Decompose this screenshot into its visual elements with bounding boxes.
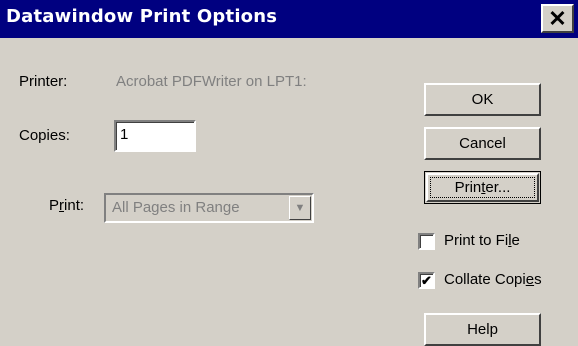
print-range-value: All Pages in Range: [112, 199, 240, 216]
collate-copies-checkbox[interactable]: ✔: [418, 272, 435, 289]
dropdown-arrow-icon[interactable]: ▼: [289, 196, 311, 220]
title-bar: Datawindow Print Options ✕: [0, 0, 578, 38]
cancel-button[interactable]: Cancel: [424, 127, 541, 160]
copies-input[interactable]: 1: [114, 120, 196, 152]
print-range-dropdown[interactable]: All Pages in Range ▼: [104, 193, 314, 223]
print-range-label: Print:: [49, 197, 85, 214]
help-button[interactable]: Help: [424, 313, 541, 346]
copies-label: Copies:: [19, 127, 70, 144]
close-icon: ✕: [548, 5, 567, 31]
print-to-file-checkbox[interactable]: [418, 233, 435, 250]
printer-name: Acrobat PDFWriter on LPT1:: [116, 73, 307, 90]
collate-copies-label: Collate Copies: [444, 271, 542, 288]
printer-button[interactable]: Printer...: [424, 171, 541, 204]
checkmark-icon: ✔: [421, 273, 432, 288]
ok-button[interactable]: OK: [424, 83, 541, 116]
printer-label: Printer:: [19, 73, 68, 90]
close-button[interactable]: ✕: [541, 4, 574, 33]
window-title: Datawindow Print Options: [6, 6, 278, 27]
print-to-file-label: Print to File: [444, 232, 520, 249]
copies-value: 1: [120, 126, 129, 143]
